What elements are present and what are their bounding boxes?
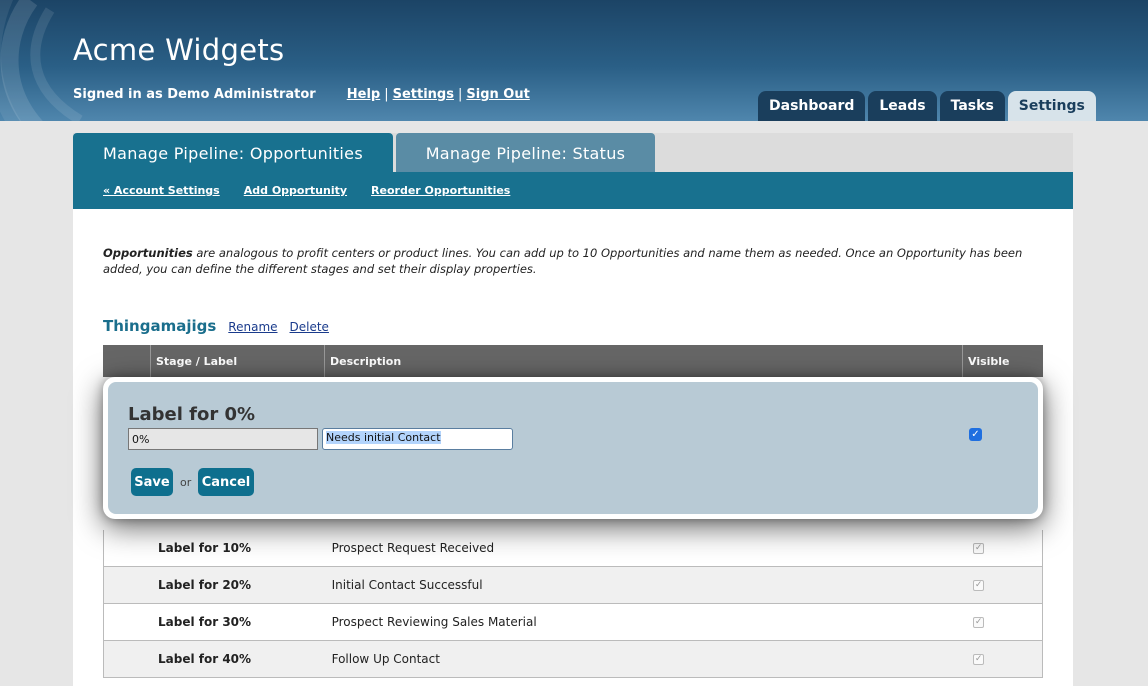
app-title: Acme Widgets: [73, 33, 285, 67]
delete-link[interactable]: Delete: [290, 320, 329, 334]
stage-description: Follow Up Contact: [331, 652, 440, 666]
user-bar: Signed in as Demo Administrator Help | Set…: [73, 87, 530, 102]
help-link[interactable]: Help: [347, 87, 380, 102]
table-header: Stage / Label Description Visible: [103, 345, 1043, 377]
sub-nav: « Account Settings Add Opportunity Reord…: [73, 172, 1073, 209]
stage-label: Label for 40%: [158, 652, 252, 666]
stage-description: Prospect Reviewing Sales Material: [331, 615, 537, 629]
visible-checkbox-checked[interactable]: ✓: [969, 428, 982, 441]
or-text: or: [180, 476, 192, 489]
save-button[interactable]: Save: [131, 468, 173, 496]
table-row[interactable]: Label for 30% Prospect Reviewing Sales M…: [103, 604, 1043, 641]
visible-checkbox: ✓: [973, 616, 985, 628]
table-row[interactable]: Label for 10% Prospect Request Received …: [103, 530, 1043, 567]
stage-label: Label for 20%: [158, 578, 252, 592]
stage-label: Label for 30%: [158, 615, 252, 629]
stage-description: Prospect Request Received: [331, 541, 495, 555]
col-header-description: Description: [325, 345, 963, 377]
col-header-blank: [103, 345, 151, 377]
stage-label: Label for 10%: [158, 541, 252, 555]
table-row[interactable]: Label for 40% Follow Up Contact ✓: [103, 641, 1043, 678]
table-row[interactable]: Label for 20% Initial Contact Successful…: [103, 567, 1043, 604]
cancel-button[interactable]: Cancel: [198, 468, 254, 496]
opportunity-title: Thingamajigs: [103, 317, 217, 335]
visible-checkbox: ✓: [973, 579, 985, 591]
col-header-stage: Stage / Label: [151, 345, 325, 377]
app-header: Acme Widgets Signed in as Demo Administr…: [0, 0, 1148, 121]
edit-stage-panel: Label for 0% Needs initial Contact ✓ Sav…: [103, 377, 1043, 519]
section-header: Thingamajigs Rename Delete: [103, 317, 329, 335]
intro-body: are analogous to profit centers or produ…: [103, 246, 1023, 276]
tab-leads[interactable]: Leads: [868, 91, 937, 121]
account-settings-link[interactable]: « Account Settings: [103, 184, 220, 197]
tab-settings[interactable]: Settings: [1007, 91, 1096, 121]
rename-link[interactable]: Rename: [228, 320, 277, 334]
add-opportunity-link[interactable]: Add Opportunity: [244, 184, 347, 197]
visible-checkbox: ✓: [973, 542, 985, 554]
tab-tasks[interactable]: Tasks: [939, 91, 1005, 121]
main-tabs: Dashboard Leads Tasks Settings: [758, 91, 1096, 121]
stage-label-input[interactable]: [128, 428, 318, 450]
description-selected-text: Needs initial Contact: [326, 431, 441, 444]
signed-in-text: Signed in as Demo Administrator: [73, 87, 316, 102]
table-rows: Label for 10% Prospect Request Received …: [103, 530, 1043, 678]
edit-stage-title: Label for 0%: [128, 404, 256, 425]
visible-checkbox: ✓: [973, 653, 985, 665]
stages-table: Stage / Label Description Visible Label …: [103, 345, 1043, 678]
settings-link[interactable]: Settings: [393, 87, 454, 102]
col-header-visible: Visible: [968, 354, 1010, 368]
stage-description-input[interactable]: Needs initial Contact: [322, 428, 513, 450]
tab-manage-status[interactable]: Manage Pipeline: Status: [396, 133, 655, 173]
sub-tabs: Manage Pipeline: Opportunities Manage Pi…: [73, 133, 1073, 173]
edit-stage-form: Label for 0% Needs initial Contact ✓ Sav…: [108, 382, 1038, 514]
reorder-opportunities-link[interactable]: Reorder Opportunities: [371, 184, 510, 197]
intro-bold: Opportunities: [103, 246, 193, 260]
tab-dashboard[interactable]: Dashboard: [758, 91, 866, 121]
sign-out-link[interactable]: Sign Out: [466, 87, 529, 102]
stage-description: Initial Contact Successful: [331, 578, 483, 592]
intro-text: Opportunities are analogous to profit ce…: [103, 245, 1043, 277]
tab-manage-opportunities[interactable]: Manage Pipeline: Opportunities: [73, 133, 393, 173]
